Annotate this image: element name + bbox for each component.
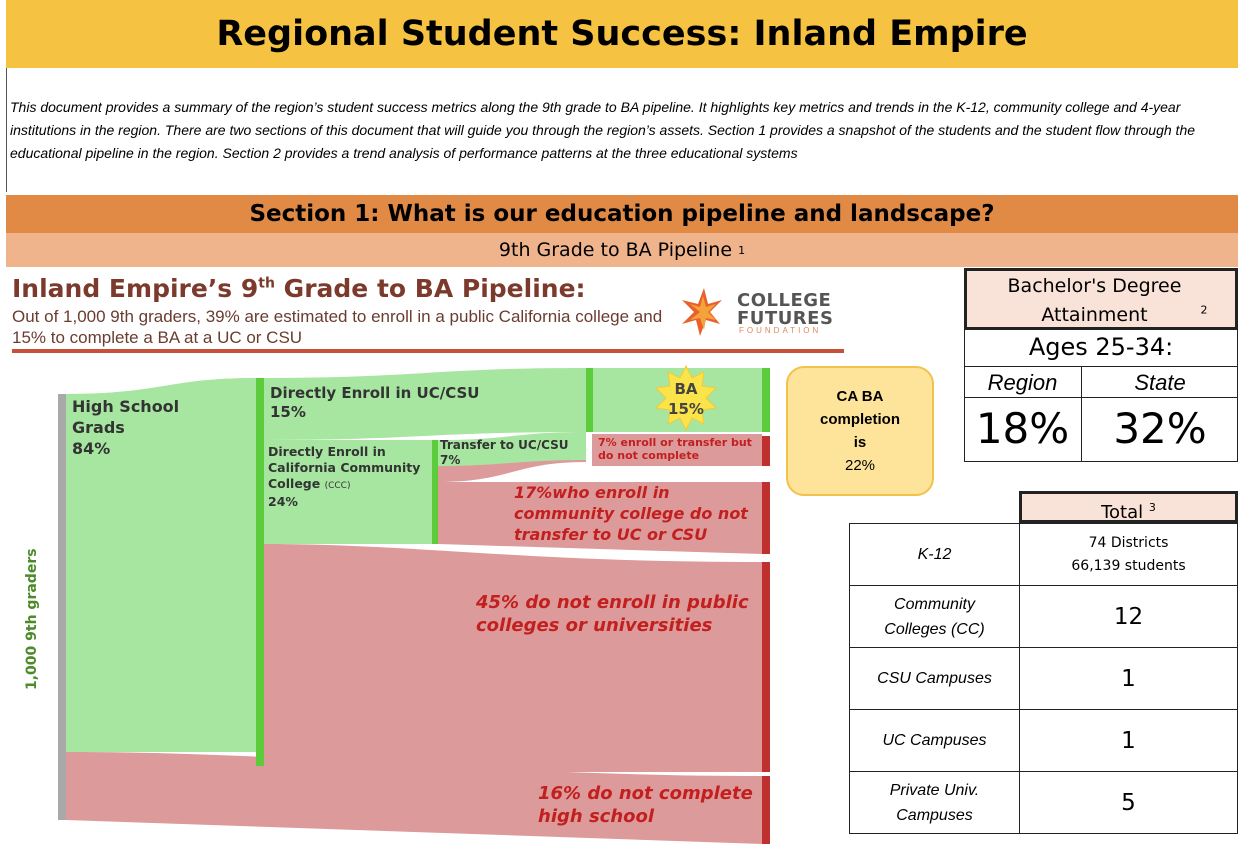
node-ucsu <box>586 368 593 432</box>
row-value: 1 <box>1019 647 1238 710</box>
node-ba <box>762 368 770 432</box>
direct-ccc-pct: 24% <box>268 494 298 509</box>
region-value: 18% <box>975 404 1070 453</box>
transfer-text: Transfer to UC/CSU <box>440 438 569 452</box>
region-header: Region <box>987 370 1058 395</box>
pipeline-subheading-text: 9th Grade to BA Pipeline <box>498 239 733 261</box>
direct-ccc-abbr: (CCC) <box>324 481 351 491</box>
node-9th-graders <box>58 394 66 820</box>
row-label: CSU Campuses <box>849 647 1020 710</box>
ca-ba-completion-box: CA BA completion is 22% <box>786 366 934 496</box>
left-border <box>6 68 7 192</box>
title-banner: Regional Student Success: Inland Empire <box>6 0 1238 68</box>
row-value-line: 66,139 students <box>1071 557 1186 574</box>
direct-ccc-label: Directly Enroll in California Community … <box>268 444 428 510</box>
row-label-text: Community Colleges (CC) <box>884 595 985 638</box>
ba-text: BA <box>674 380 698 398</box>
pipeline-subtitle: Out of 1,000 9th graders, 39% are estima… <box>12 307 663 347</box>
section-1-banner: Section 1: What is our education pipelin… <box>6 195 1238 233</box>
no-transfer-17-label: 17%who enroll in community college do no… <box>514 483 748 544</box>
no-hs-16-label: 16% do not complete high school <box>538 783 753 827</box>
row-label: Community Colleges (CC) <box>849 585 1020 648</box>
ca-ba-line: is <box>853 434 867 451</box>
node-16-no-hs <box>762 776 770 844</box>
attainment-header: Bachelor's Degree Attainment 2 <box>964 268 1238 330</box>
total-header-text: Total <box>1101 502 1144 523</box>
sankey-axis-label: 1,000 9th graders <box>24 548 40 690</box>
state-header: State <box>1134 370 1186 395</box>
hs-grads-text: High School Grads <box>72 397 180 437</box>
state-value: 32% <box>1113 404 1207 453</box>
row-value-line: 74 Districts <box>1088 534 1169 551</box>
table-rule <box>964 397 1238 398</box>
institution-counts-table: K-12 74 Districts 66,139 students Commun… <box>849 523 1238 834</box>
node-7-not-complete <box>762 436 770 466</box>
node-17-no-transfer <box>762 482 770 554</box>
direct-ucsu-pct: 15% <box>270 403 306 421</box>
footnote-3: 3 <box>1148 501 1156 514</box>
row-label-text: Private Univ. Campuses <box>889 781 980 824</box>
table-rule <box>964 366 1238 367</box>
attainment-header-text: Bachelor's Degree Attainment <box>1007 275 1182 326</box>
table-row: Community Colleges (CC) 12 <box>849 585 1238 648</box>
node-hs-grads <box>256 378 264 766</box>
section-1-heading: Section 1: What is our education pipelin… <box>249 201 995 227</box>
ba-label: BA 15% <box>650 379 722 419</box>
flow-hs-top-curve <box>66 378 256 394</box>
table-row: Private Univ. Campuses 5 <box>849 771 1238 834</box>
flow-45-not-enroll <box>262 544 762 772</box>
table-row: K-12 74 Districts 66,139 students <box>849 523 1238 586</box>
node-ccc <box>432 440 438 544</box>
direct-ucsu-label: Directly Enroll in UC/CSU 15% <box>270 384 479 422</box>
logo-text: FOUNDATION <box>739 326 822 335</box>
pipeline-title-part: Grade to BA Pipeline: <box>274 274 586 303</box>
direct-ucsu-text: Directly Enroll in UC/CSU <box>270 384 480 402</box>
pipeline-title-sup: th <box>258 275 275 292</box>
not-enroll-45-label: 45% do not enroll in public colleges or … <box>476 592 749 636</box>
ca-ba-line: completion <box>819 411 900 428</box>
row-value: 12 <box>1019 585 1238 648</box>
footnote-2: 2 <box>1200 303 1208 317</box>
ca-ba-value: 22% <box>844 457 876 474</box>
table-row: CSU Campuses 1 <box>849 647 1238 710</box>
logo-mark-icon <box>682 288 722 336</box>
page-title: Regional Student Success: Inland Empire <box>216 14 1028 54</box>
pipeline-divider <box>12 349 844 353</box>
ca-ba-line: CA BA <box>836 388 884 405</box>
transfer-pct: 7% <box>440 453 461 467</box>
row-value: 74 Districts 66,139 students <box>1019 523 1238 586</box>
row-label: K-12 <box>849 523 1020 586</box>
row-label: UC Campuses <box>849 709 1020 772</box>
ages-label: Ages 25-34: <box>1028 333 1174 361</box>
row-value: 5 <box>1019 771 1238 834</box>
row-value: 1 <box>1019 709 1238 772</box>
total-header: Total 3 <box>1019 491 1238 523</box>
pipeline-subheading: 9th Grade to BA Pipeline 1 <box>6 233 1238 267</box>
table-row: UC Campuses 1 <box>849 709 1238 772</box>
hs-grads-label: High School Grads 84% <box>72 396 202 459</box>
pipeline-title-part: Inland Empire’s 9 <box>12 274 259 303</box>
not-complete-7-label: 7% enroll or transfer but do not complet… <box>598 436 752 462</box>
row-label: Private Univ. Campuses <box>849 771 1020 834</box>
ba-pct: 15% <box>668 400 704 418</box>
footnote-1: 1 <box>738 243 746 257</box>
pipeline-title: Inland Empire’s 9th Grade to BA Pipeline… <box>12 274 586 303</box>
intro-paragraph: This document provides a summary of the … <box>10 99 1196 161</box>
transfer-label: Transfer to UC/CSU 7% <box>440 438 569 468</box>
hs-grads-pct: 84% <box>72 439 111 458</box>
